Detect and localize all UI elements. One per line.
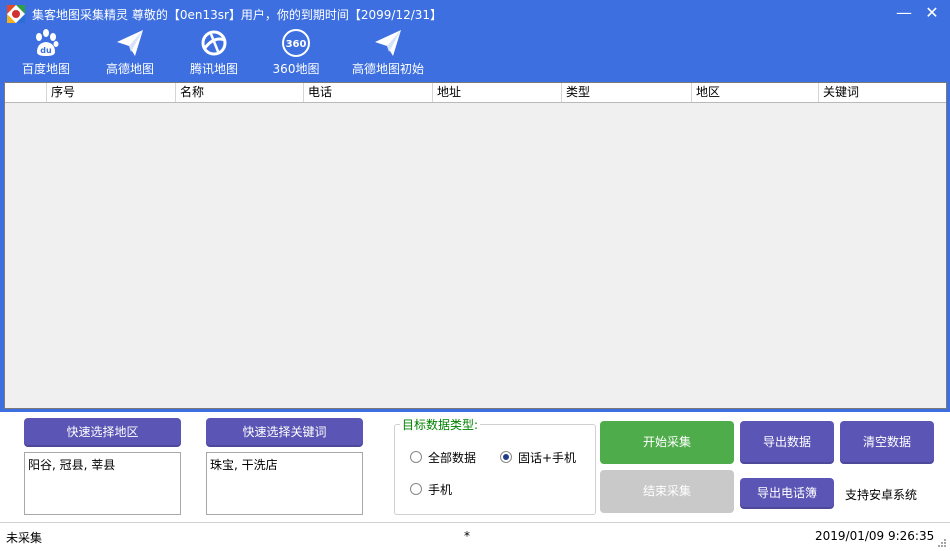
toolbar-label: 360地图 — [272, 62, 320, 76]
quick-select-region-button[interactable]: 快速选择地区 — [24, 418, 181, 447]
region-textbox[interactable]: 阳谷, 冠县, 莘县 — [24, 452, 181, 515]
radio-indicator — [410, 451, 422, 463]
stop-collect-button[interactable]: 结束采集 — [600, 470, 734, 513]
status-bar: 未采集 * 2019/01/09 9:26:35 — [0, 522, 950, 551]
toolbar-label: 腾讯地图 — [189, 62, 238, 76]
paper-plane-icon — [117, 30, 143, 56]
row-selector-header — [5, 83, 46, 102]
360-icon-text: 360 — [286, 39, 307, 50]
column-header-address[interactable]: 地址 — [432, 83, 561, 102]
tencent-map-icon — [201, 30, 227, 56]
column-header-region[interactable]: 地区 — [691, 83, 818, 102]
minimize-button[interactable]: — — [892, 2, 916, 24]
toolbar-360-map[interactable]: 360 360地图 — [266, 28, 326, 78]
clear-data-button[interactable]: 清空数据 — [840, 421, 934, 464]
toolbar: du 百度地图 高德地图 腾讯地图 360 360地图 高德地图初始 — [0, 28, 950, 80]
export-phonebook-button[interactable]: 导出电话簿 — [740, 478, 834, 509]
paper-plane-icon — [375, 30, 401, 56]
column-header-index[interactable]: 序号 — [46, 83, 175, 102]
window-title: 集客地图采集精灵 尊敬的【0en13sr】用户，你的到期时间【2099/12/3… — [32, 8, 443, 22]
start-collect-button[interactable]: 开始采集 — [600, 421, 734, 464]
target-type-group — [394, 424, 596, 515]
status-indicator: * — [464, 529, 470, 543]
toolbar-label: 高德地图 — [105, 62, 154, 76]
resize-grip-icon[interactable] — [937, 538, 947, 548]
toolbar-amap-initial[interactable]: 高德地图初始 — [346, 28, 430, 78]
toolbar-baidu-map[interactable]: du 百度地图 — [16, 28, 76, 78]
baidu-paw-icon: du — [36, 29, 59, 56]
close-button[interactable]: ✕ — [920, 2, 944, 24]
android-support-text: 支持安卓系统 — [845, 488, 918, 502]
target-type-title: 目标数据类型: — [400, 416, 481, 433]
toolbar-label: 高德地图初始 — [351, 62, 424, 76]
status-timestamp: 2019/01/09 9:26:35 — [815, 529, 935, 543]
status-text: 未采集 — [6, 531, 43, 545]
column-header-type[interactable]: 类型 — [561, 83, 691, 102]
column-header-name[interactable]: 名称 — [175, 83, 303, 102]
title-bar: 集客地图采集精灵 尊敬的【0en13sr】用户，你的到期时间【2099/12/3… — [0, 0, 950, 28]
column-header-keyword[interactable]: 关键词 — [818, 83, 946, 102]
radio-indicator — [410, 483, 422, 495]
toolbar-amap[interactable]: 高德地图 — [100, 28, 160, 78]
radio-label: 手机 — [428, 483, 453, 497]
radio-indicator-selected — [500, 451, 512, 463]
quick-select-keyword-button[interactable]: 快速选择关键词 — [206, 418, 363, 447]
svg-text:du: du — [40, 46, 52, 55]
results-table[interactable]: 序号 名称 电话 地址 类型 地区 关键词 — [4, 82, 947, 409]
toolbar-tencent-map[interactable]: 腾讯地图 — [184, 28, 244, 78]
app-logo-icon — [7, 5, 25, 23]
360-icon: 360 — [282, 29, 310, 57]
radio-label: 固话+手机 — [518, 451, 577, 465]
radio-all-data[interactable]: 全部数据 — [410, 449, 476, 466]
radio-mobile[interactable]: 手机 — [410, 481, 452, 498]
table-header: 序号 名称 电话 地址 类型 地区 关键词 — [5, 83, 946, 103]
column-header-phone[interactable]: 电话 — [303, 83, 432, 102]
keyword-textbox[interactable]: 珠宝, 干洗店 — [206, 452, 363, 515]
radio-landline-mobile[interactable]: 固话+手机 — [500, 449, 576, 466]
toolbar-label: 百度地图 — [21, 62, 70, 76]
export-data-button[interactable]: 导出数据 — [740, 421, 834, 464]
radio-label: 全部数据 — [428, 451, 477, 465]
